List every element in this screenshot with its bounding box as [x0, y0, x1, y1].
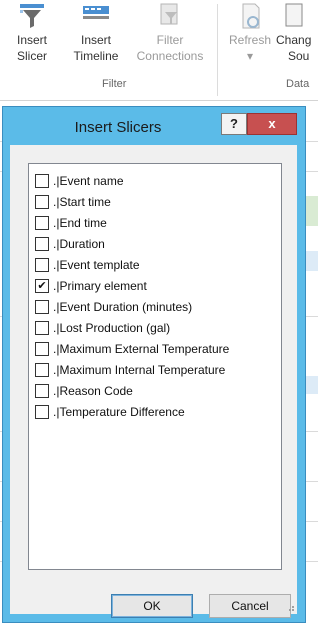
field-label: .|Event template [53, 258, 140, 272]
field-label: .|Lost Production (gal) [53, 321, 171, 335]
field-label: .|Event Duration (minutes) [53, 300, 193, 314]
insert-slicer-button[interactable]: Insert Slicer [6, 2, 58, 64]
checkbox[interactable] [35, 405, 49, 419]
group-separator [217, 4, 218, 96]
field-item-event-name[interactable]: .|Event name [35, 172, 275, 190]
checkbox[interactable] [35, 195, 49, 209]
checkbox[interactable] [35, 237, 49, 251]
insert-slicers-dialog: Insert Slicers ? x .|Event name .|Start … [2, 106, 306, 623]
slicer-icon [20, 4, 44, 28]
refresh-icon [242, 3, 260, 29]
field-label: .|Start time [53, 195, 111, 209]
change-source-label-2: Sou [288, 49, 310, 63]
field-label: .|Duration [53, 237, 105, 251]
filter-connections-label-2: Connections [136, 49, 204, 63]
filter-connections-button[interactable]: Filter Connections [130, 2, 210, 64]
insert-timeline-label-2: Timeline [73, 49, 119, 63]
insert-timeline-label-1: Insert [80, 33, 111, 47]
field-item-temperature-difference[interactable]: .|Temperature Difference [35, 403, 275, 421]
checkbox-checked[interactable]: ✔ [35, 279, 49, 293]
checkbox[interactable] [35, 174, 49, 188]
checkbox[interactable] [35, 342, 49, 356]
field-label: .|End time [53, 216, 107, 230]
filter-connections-label-1: Filter [156, 33, 184, 47]
field-item-duration[interactable]: .|Duration [35, 235, 275, 253]
dialog-body: .|Event name .|Start time .|End time .|D… [10, 145, 297, 618]
change-source-icon [285, 3, 303, 27]
data-group-label: Data [286, 78, 310, 90]
refresh-button[interactable]: Refresh ▾ [226, 2, 274, 64]
field-item-lost-production[interactable]: .|Lost Production (gal) [35, 319, 275, 337]
field-label: .|Event name [53, 174, 124, 188]
filter-group-label: Filter [102, 78, 127, 90]
checkbox[interactable] [35, 321, 49, 335]
timeline-icon [83, 6, 109, 19]
cell-highlight [305, 251, 318, 271]
cancel-button[interactable]: Cancel [209, 594, 291, 618]
field-label: .|Maximum External Temperature [53, 342, 230, 356]
field-label: .|Maximum Internal Temperature [53, 363, 226, 377]
field-item-reason-code[interactable]: .|Reason Code [35, 382, 275, 400]
ribbon: Insert Slicer Insert Timeline Filter Con… [0, 0, 318, 101]
checkbox[interactable] [35, 258, 49, 272]
checkbox[interactable] [35, 384, 49, 398]
filter-connections-icon [160, 3, 178, 25]
field-item-start-time[interactable]: .|Start time [35, 193, 275, 211]
insert-timeline-button[interactable]: Insert Timeline [66, 2, 126, 64]
field-item-event-template[interactable]: .|Event template [35, 256, 275, 274]
checkbox[interactable] [35, 216, 49, 230]
field-list[interactable]: .|Event name .|Start time .|End time .|D… [28, 163, 282, 570]
field-label: .|Reason Code [53, 384, 133, 398]
resize-grip-icon[interactable] [285, 602, 295, 612]
checkbox[interactable] [35, 300, 49, 314]
help-button[interactable]: ? [221, 113, 247, 135]
insert-slicer-label-2: Slicer [16, 49, 47, 63]
field-label: .|Primary element [53, 279, 147, 293]
field-item-max-external-temp[interactable]: .|Maximum External Temperature [35, 340, 275, 358]
field-item-primary-element[interactable]: ✔ .|Primary element [35, 277, 275, 295]
refresh-label: Refresh [228, 33, 272, 47]
ok-button[interactable]: OK [111, 594, 193, 618]
field-item-event-duration[interactable]: .|Event Duration (minutes) [35, 298, 275, 316]
insert-slicer-label-1: Insert [16, 33, 47, 47]
field-label: .|Temperature Difference [53, 405, 185, 419]
cell-highlight [305, 376, 318, 394]
refresh-dropdown-icon[interactable]: ▾ [247, 49, 253, 63]
change-source-label-1: Chang [276, 33, 312, 47]
field-item-end-time[interactable]: .|End time [35, 214, 275, 232]
dialog-titlebar[interactable]: Insert Slicers ? x [3, 107, 305, 145]
field-item-max-internal-temp[interactable]: .|Maximum Internal Temperature [35, 361, 275, 379]
cell-highlight [305, 196, 318, 226]
close-button[interactable]: x [247, 113, 297, 135]
dialog-title: Insert Slicers [74, 119, 162, 136]
checkbox[interactable] [35, 363, 49, 377]
change-source-button[interactable]: Chang Sou [276, 2, 318, 64]
